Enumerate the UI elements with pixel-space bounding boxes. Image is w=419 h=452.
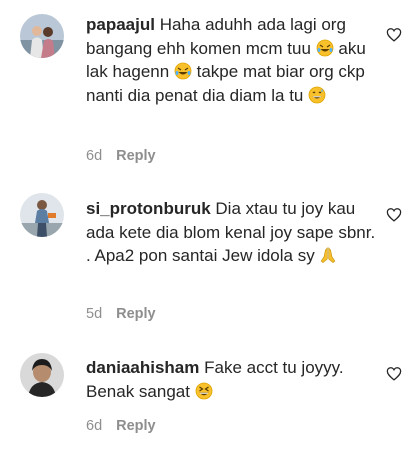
comment-meta: 6d Reply	[86, 418, 156, 434]
folded-hands-emoji	[319, 246, 337, 264]
heart-icon[interactable]	[386, 207, 402, 222]
avatar[interactable]	[20, 14, 64, 58]
comment-age: 6d	[86, 418, 103, 434]
comment-meta: 5d Reply	[86, 306, 156, 322]
rofl-emoji	[174, 62, 192, 80]
heart-icon[interactable]	[386, 366, 402, 381]
reply-button[interactable]: Reply	[116, 418, 156, 434]
rofl-emoji	[316, 39, 334, 57]
comment-text: si_protonburuk Dia xtau tu joy kau ada k…	[86, 197, 376, 268]
reply-button[interactable]: Reply	[116, 306, 156, 322]
comment-username[interactable]: si_protonburuk	[86, 199, 211, 218]
comment-text: papaajul Haha aduhh ada lagi org bangang…	[86, 13, 376, 107]
avatar[interactable]	[20, 353, 64, 397]
comment-username[interactable]: papaajul	[86, 15, 155, 34]
reply-button[interactable]: Reply	[116, 148, 156, 164]
comment-username[interactable]: daniaahisham	[86, 358, 199, 377]
comment-text: daniaahisham Fake acct tu joyyy. Benak s…	[86, 356, 376, 403]
heart-icon[interactable]	[386, 27, 402, 42]
squinting-laugh-emoji	[195, 382, 213, 400]
comment-age: 5d	[86, 306, 103, 322]
comment-age: 6d	[86, 148, 103, 164]
comment-meta: 6d Reply	[86, 148, 156, 164]
grinning-sweat-emoji	[308, 86, 326, 104]
avatar[interactable]	[20, 193, 64, 237]
